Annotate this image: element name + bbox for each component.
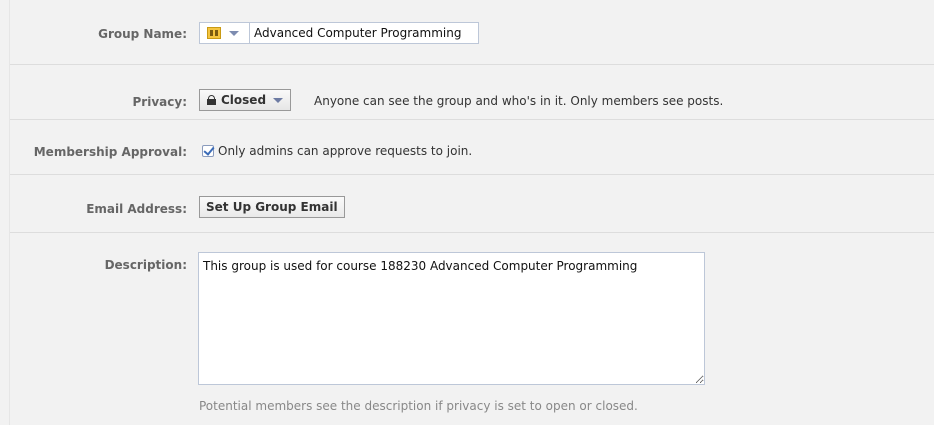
chevron-down-icon [273, 97, 284, 103]
description-label: Description: [104, 258, 187, 272]
privacy-description: Anyone can see the group and who's in it… [314, 94, 724, 108]
admin-approval-checkbox[interactable] [202, 145, 214, 157]
group-icon [207, 27, 221, 39]
group-name-label: Group Name: [98, 27, 187, 41]
description-row: Description: This group is used for cour… [10, 233, 934, 425]
group-name-input[interactable] [249, 22, 479, 44]
admin-approval-option[interactable]: Only admins can approve requests to join… [202, 144, 472, 158]
group-name-field [199, 21, 479, 45]
description-textarea[interactable]: This group is used for course 188230 Adv… [198, 252, 705, 385]
group-icon-picker[interactable] [199, 22, 249, 44]
privacy-row: Privacy: Closed Anyone can see the group… [10, 65, 934, 120]
membership-row: Membership Approval: Only admins can app… [10, 120, 934, 175]
group-settings-panel: Group Name: Privacy: Closed Anyone can s… [9, 0, 934, 425]
description-hint: Potential members see the description if… [199, 399, 638, 413]
email-row: Email Address: Set Up Group Email [10, 175, 934, 233]
privacy-selected-value: Closed [221, 93, 267, 107]
privacy-dropdown[interactable]: Closed [199, 89, 292, 111]
admin-approval-text: Only admins can approve requests to join… [218, 144, 473, 158]
chevron-down-icon [229, 30, 239, 36]
lock-icon [207, 95, 216, 105]
group-name-row: Group Name: [10, 0, 934, 65]
email-label: Email Address: [86, 202, 187, 216]
privacy-label: Privacy: [132, 95, 187, 109]
set-up-group-email-button[interactable]: Set Up Group Email [199, 196, 345, 218]
membership-label: Membership Approval: [33, 145, 187, 159]
